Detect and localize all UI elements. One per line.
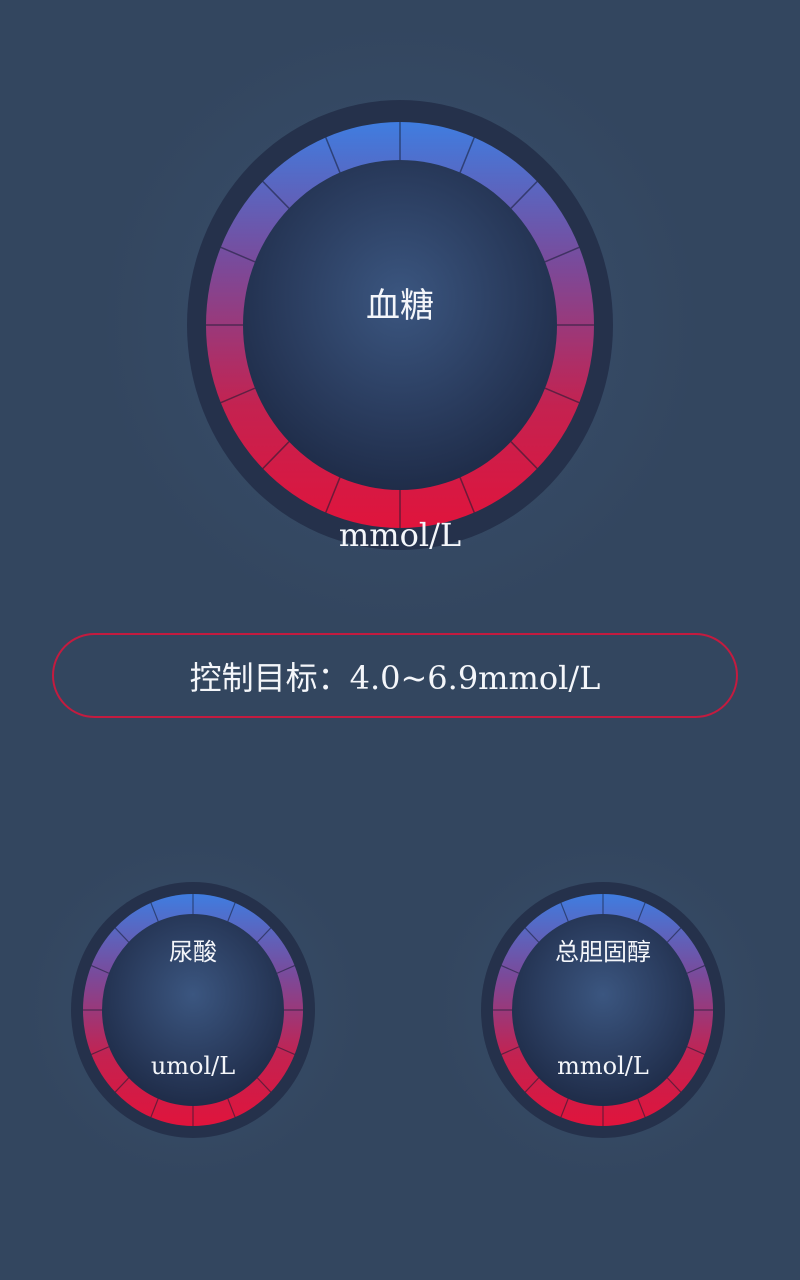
cholesterol-dial — [481, 882, 725, 1138]
cholesterol-unit: mmol/L — [557, 1052, 649, 1080]
cholesterol-gauge[interactable]: 总胆固醇 mmol/L — [481, 882, 725, 1138]
control-target-pill: 控制目标：4.0~6.9mmol/L — [52, 633, 738, 718]
cholesterol-title: 总胆固醇 — [555, 938, 651, 966]
control-target-text: 控制目标：4.0~6.9mmol/L — [189, 658, 601, 697]
blood-glucose-unit: mmol/L — [338, 516, 462, 554]
uric-acid-gauge[interactable]: 尿酸 umol/L — [71, 882, 315, 1138]
uric-acid-unit: umol/L — [150, 1052, 236, 1080]
blood-glucose-title: 血糖 — [366, 286, 434, 326]
blood-glucose-gauge[interactable]: 血糖 mmol/L — [187, 100, 613, 554]
uric-acid-dial — [71, 882, 315, 1138]
uric-acid-title: 尿酸 — [169, 938, 217, 966]
